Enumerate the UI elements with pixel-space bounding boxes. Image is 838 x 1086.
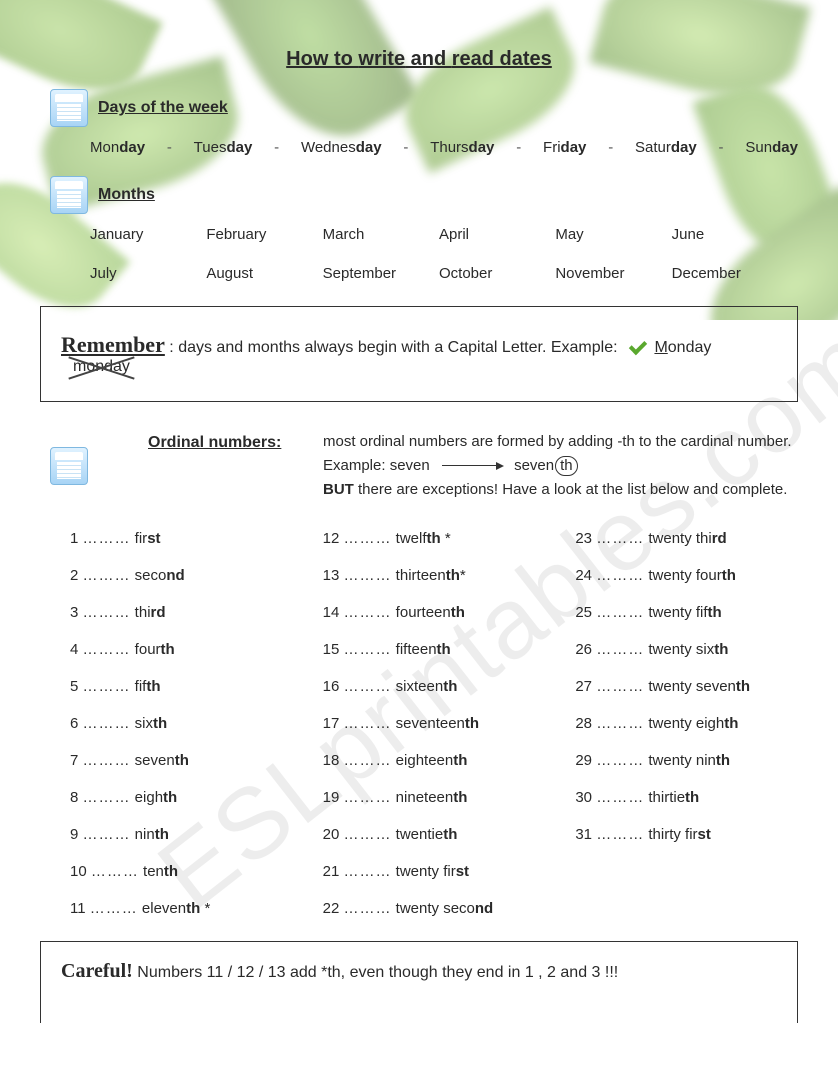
ordinal-item: 21 ……… twenty first <box>323 863 546 880</box>
ordinal-item: 13 ……… thirteenth* <box>323 567 546 584</box>
ordinal-section-head: Ordinal numbers: most ordinal numbers ar… <box>50 430 798 502</box>
calendar-icon <box>50 447 88 485</box>
separator: - <box>516 139 521 156</box>
ordinal-item: 30 ……… thirtieth <box>575 789 798 806</box>
title-p3: dates <box>494 48 552 70</box>
title-b2: read <box>452 48 494 70</box>
worksheet-page: How to write and read dates Days of the … <box>0 0 838 1053</box>
ordinal-item: 14 ……… fourteenth <box>323 604 546 621</box>
ordinal-item: 15 ……… fifteenth <box>323 641 546 658</box>
ordinal-col-2: 12 ……… twelfth * 13 ……… thirteenth* 14 ………… <box>323 530 546 917</box>
month-item: May <box>555 226 661 243</box>
month-item: February <box>206 226 312 243</box>
ordinals-columns: 1 ……… first 2 ……… second 3 ……… third 4 ……… … <box>70 530 798 917</box>
day-item: Monday <box>90 139 145 156</box>
careful-text: Numbers 11 / 12 / 13 add *th, even thoug… <box>137 964 618 981</box>
ordinal-item: 6 ……… sixth <box>70 715 293 732</box>
ordinal-item: 8 ……… eighth <box>70 789 293 806</box>
arrow-icon <box>442 465 502 466</box>
day-item: Thursday <box>430 139 494 156</box>
separator: - <box>274 139 279 156</box>
remember-label: Remember <box>61 332 165 357</box>
ordinal-item: 1 ……… first <box>70 530 293 547</box>
month-item: January <box>90 226 196 243</box>
ordinal-item: 5 ……… fifth <box>70 678 293 695</box>
separator: - <box>167 139 172 156</box>
ordinal-item: 2 ……… second <box>70 567 293 584</box>
months-grid: January February March April May June July Augu… <box>90 226 798 282</box>
month-item: March <box>323 226 429 243</box>
ordinal-item: 25 ……… twenty fifth <box>575 604 798 621</box>
remember-box: Remember : days and months always begin … <box>40 306 798 402</box>
months-title: Months <box>98 186 155 204</box>
ordinal-intro: Ordinal numbers: most ordinal numbers ar… <box>148 430 792 502</box>
circled-th: th <box>555 456 578 476</box>
ordinal-item: 23 ……… twenty third <box>575 530 798 547</box>
ordinal-line3: BUT there are exceptions! Have a look at… <box>323 478 792 502</box>
month-item: September <box>323 265 429 282</box>
day-item: Tuesday <box>194 139 253 156</box>
day-item: Friday <box>543 139 586 156</box>
ordinal-item: 28 ……… twenty eighth <box>575 715 798 732</box>
day-item: Sunday <box>745 139 798 156</box>
title-b1: write <box>358 48 405 70</box>
day-item: Saturday <box>635 139 697 156</box>
month-item: August <box>206 265 312 282</box>
ordinal-item: 24 ……… twenty fourth <box>575 567 798 584</box>
month-item: April <box>439 226 545 243</box>
page-title: How to write and read dates <box>40 48 798 71</box>
calendar-icon <box>50 176 88 214</box>
months-section-head: Months <box>50 176 798 214</box>
separator: - <box>403 139 408 156</box>
ordinal-item: 22 ……… twenty second <box>323 900 546 917</box>
days-row: Monday - Tuesday - Wednesday - Thursday - Friday… <box>90 139 798 156</box>
month-item: June <box>672 226 778 243</box>
month-item: October <box>439 265 545 282</box>
ordinal-title: Ordinal numbers: <box>148 430 323 456</box>
ordinal-line2: Example: seven seventh <box>323 454 792 478</box>
ordinal-item: 18 ……… eighteenth <box>323 752 546 769</box>
ordinal-item: 20 ……… twentieth <box>323 826 546 843</box>
remember-bad: monday <box>73 358 130 376</box>
ordinal-item: 9 ……… ninth <box>70 826 293 843</box>
ordinal-line1: most ordinal numbers are formed by addin… <box>323 430 792 454</box>
ordinal-col-3: 23 ……… twenty third 24 ……… twenty fourth 2… <box>575 530 798 917</box>
ordinal-item: 29 ……… twenty ninth <box>575 752 798 769</box>
ordinal-item: 10 ……… tenth <box>70 863 293 880</box>
days-title: Days of the week <box>98 99 228 117</box>
ordinal-item: 19 ……… nineteenth <box>323 789 546 806</box>
ordinal-col-1: 1 ……… first 2 ……… second 3 ……… third 4 ……… … <box>70 530 293 917</box>
separator: - <box>608 139 613 156</box>
ordinal-item: 4 ……… fourth <box>70 641 293 658</box>
separator: - <box>719 139 724 156</box>
ordinal-item: 17 ……… seventeenth <box>323 715 546 732</box>
title-p1: How to <box>286 48 358 70</box>
ordinal-item: 26 ……… twenty sixth <box>575 641 798 658</box>
ordinal-item: 12 ……… twelfth * <box>323 530 546 547</box>
ordinal-item: 16 ……… sixteenth <box>323 678 546 695</box>
days-section-head: Days of the week <box>50 89 798 127</box>
ordinal-item: 3 ……… third <box>70 604 293 621</box>
title-p2: and <box>405 48 452 70</box>
month-item: December <box>672 265 778 282</box>
calendar-icon <box>50 89 88 127</box>
day-item: Wednesday <box>301 139 382 156</box>
month-item: July <box>90 265 196 282</box>
month-item: November <box>555 265 661 282</box>
remember-good: Monday <box>654 339 711 356</box>
ordinal-item: 31 ……… thirty first <box>575 826 798 843</box>
careful-label: Careful! <box>61 960 133 982</box>
check-icon <box>628 339 646 353</box>
remember-text: : days and months always begin with a Ca… <box>169 339 622 356</box>
ordinal-item: 7 ……… seventh <box>70 752 293 769</box>
ordinal-item: 11 ……… eleventh * <box>70 900 293 917</box>
careful-box: Careful! Numbers 11 / 12 / 13 add *th, e… <box>40 941 798 1023</box>
ordinal-item: 27 ……… twenty seventh <box>575 678 798 695</box>
